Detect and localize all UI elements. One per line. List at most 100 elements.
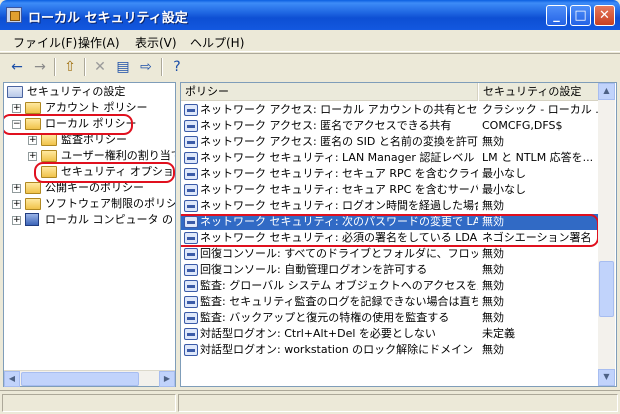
menu-bar: ファイル(F) 操作(A) 表示(V) ヘルプ(H) [0,30,620,52]
policy-name: ネットワーク セキュリティ: LAN Manager 認証レベル [200,151,475,164]
policy-row[interactable]: 監査: バックアップと復元の特権の使用を監査する 無効 [181,310,600,326]
policy-row[interactable]: 監査: グローバル システム オブジェクトへのアクセスを監査... 無効 [181,278,600,294]
status-cell [2,394,176,412]
policy-row[interactable]: 回復コンソール: 自動管理ログオンを許可する 無効 [181,262,600,278]
menu-help[interactable]: ヘルプ(H) [190,34,244,51]
expand-toggle[interactable]: + [12,104,21,113]
policy-row[interactable]: 対話型ログオン: Ctrl+Alt+Del を必要としない 未定義 [181,326,600,342]
properties-icon[interactable]: ▤ [113,58,133,76]
policy-value: 無効 [482,135,504,148]
highlight-ring-security-options [34,162,175,183]
policy-name: 回復コンソール: 自動管理ログオンを許可する [200,263,428,276]
expand-toggle[interactable]: + [28,152,37,161]
status-cell [178,394,618,412]
policy-value: 最小なし [482,183,526,196]
policy-name: 監査: バックアップと復元の特権の使用を監査する [200,311,450,324]
folder-lock-icon [41,150,57,162]
policy-name: 対話型ログオン: Ctrl+Alt+Del を必要としない [200,327,436,340]
policy-setting-icon [184,248,198,260]
policy-setting-icon [184,120,198,132]
policy-value: 無効 [482,247,504,260]
policy-setting-icon [184,184,198,196]
minimize-button[interactable]: _ [546,5,567,26]
policy-row[interactable]: 回復コンソール: すべてのドライブとフォルダに、フロッピーの... 無効 [181,246,600,262]
local-security-settings-icon [6,7,22,23]
policy-value: 無効 [482,279,504,292]
policy-row[interactable]: ネットワーク セキュリティ: セキュア RPC を含むクライアント... 最小なし [181,166,600,182]
policy-name: 監査: グローバル システム オブジェクトへのアクセスを監査... [200,279,478,292]
list-vertical-scrollbar[interactable]: ▲ ▼ [598,83,615,386]
policy-setting-icon [184,344,198,356]
folder-lock-icon [41,134,57,146]
policy-setting-icon [184,264,198,276]
toolbar-separator [161,58,163,76]
policy-name: ネットワーク アクセス: 匿名の SID と名前の変換を許可す... [200,135,478,148]
policy-name: 対話型ログオン: workstation のロック解除にドメイン コン... [200,343,478,356]
scroll-left-icon[interactable]: ◀ [4,371,20,387]
tree-root[interactable]: セキュリティの設定 [7,84,125,100]
scroll-thumb[interactable] [21,372,139,386]
policy-row[interactable]: ネットワーク セキュリティ: セキュア RPC を含むサーバー ベ... 最小なし [181,182,600,198]
policy-value: 未定義 [482,327,515,340]
policy-setting-icon [184,168,198,180]
policy-setting-icon [184,312,198,324]
delete-icon[interactable]: ✕ [90,58,110,76]
policy-row[interactable]: ネットワーク セキュリティ: LAN Manager 認証レベル LM と NTL… [181,150,600,166]
scroll-up-icon[interactable]: ▲ [598,83,615,100]
policy-setting-icon [184,280,198,292]
status-bar [0,390,620,414]
policy-setting-icon [184,104,198,116]
tree-item-label: ローカル コンピュータ の IP [45,213,176,226]
policy-value: クラシック - ローカル ... [482,103,600,116]
policy-name: 監査: セキュリティ監査のログを記録できない場合は直ちに... [200,295,478,308]
toolbar: ← → ⇧ ✕ ▤ ⇨ ? [0,53,620,80]
column-header-setting[interactable]: セキュリティの設定 [479,83,600,101]
up-folder-icon[interactable]: ⇧ [60,58,80,76]
menu-action[interactable]: 操作(A) [78,34,120,51]
computer-network-icon [25,213,39,226]
policy-name: ネットワーク アクセス: 匿名でアクセスできる共有 [200,119,452,132]
scroll-right-icon[interactable]: ▶ [159,371,175,387]
expand-toggle[interactable]: + [12,216,21,225]
expand-toggle[interactable]: + [28,136,37,145]
highlight-ring-selected-row [181,214,599,247]
policy-value: 最小なし [482,167,526,180]
policy-row[interactable]: ネットワーク アクセス: 匿名でアクセスできる共有 COMCFG,DFS$ [181,118,600,134]
policy-row[interactable]: ネットワーク アクセス: 匿名の SID と名前の変換を許可す... 無効 [181,134,600,150]
policy-name: ネットワーク アクセス: ローカル アカウントの共有とセキュリ... [200,103,478,116]
policy-name: ネットワーク セキュリティ: ログオン時間を経過した場合はユ... [200,199,478,212]
menu-file[interactable]: ファイル(F) [13,34,77,51]
policy-value: 無効 [482,263,504,276]
menu-view[interactable]: 表示(V) [135,34,177,51]
expand-toggle[interactable]: + [12,200,21,209]
help-icon[interactable]: ? [167,58,187,76]
policy-setting-icon [184,152,198,164]
tree-horizontal-scrollbar[interactable]: ◀ ▶ [4,370,175,387]
policy-setting-icon [184,200,198,212]
policy-value: COMCFG,DFS$ [482,119,563,132]
policy-value: 無効 [482,343,504,356]
highlight-ring-local-policy [4,114,133,135]
policy-setting-icon [184,136,198,148]
column-header-policy[interactable]: ポリシー [181,83,478,101]
policy-row[interactable]: ネットワーク アクセス: ローカル アカウントの共有とセキュリ... クラシック … [181,102,600,118]
scroll-thumb[interactable] [599,261,614,317]
export-list-icon[interactable]: ⇨ [136,58,156,76]
policy-name: 回復コンソール: すべてのドライブとフォルダに、フロッピーの... [200,247,478,260]
window-title: ローカル セキュリティ設定 [28,11,188,26]
back-arrow-icon[interactable]: ← [7,58,27,76]
scroll-down-icon[interactable]: ▼ [598,369,615,386]
policy-row[interactable]: ネットワーク セキュリティ: ログオン時間を経過した場合はユ... 無効 [181,198,600,214]
policy-row[interactable]: 監査: セキュリティ監査のログを記録できない場合は直ちに... 無効 [181,294,600,310]
tree-root-label: セキュリティの設定 [27,85,126,98]
expand-toggle[interactable]: + [12,184,21,193]
folder-icon [25,198,41,210]
close-button[interactable]: ✕ [594,5,615,26]
policy-name: ネットワーク セキュリティ: セキュア RPC を含むサーバー ベ... [200,183,478,196]
security-settings-icon [7,86,23,98]
maximize-button[interactable]: □ [570,5,591,26]
policy-name: ネットワーク セキュリティ: セキュア RPC を含むクライアント... [200,167,478,180]
forward-arrow-icon[interactable]: → [30,58,50,76]
policy-row[interactable]: 対話型ログオン: workstation のロック解除にドメイン コン... 無効 [181,342,600,358]
folder-icon [25,182,41,194]
